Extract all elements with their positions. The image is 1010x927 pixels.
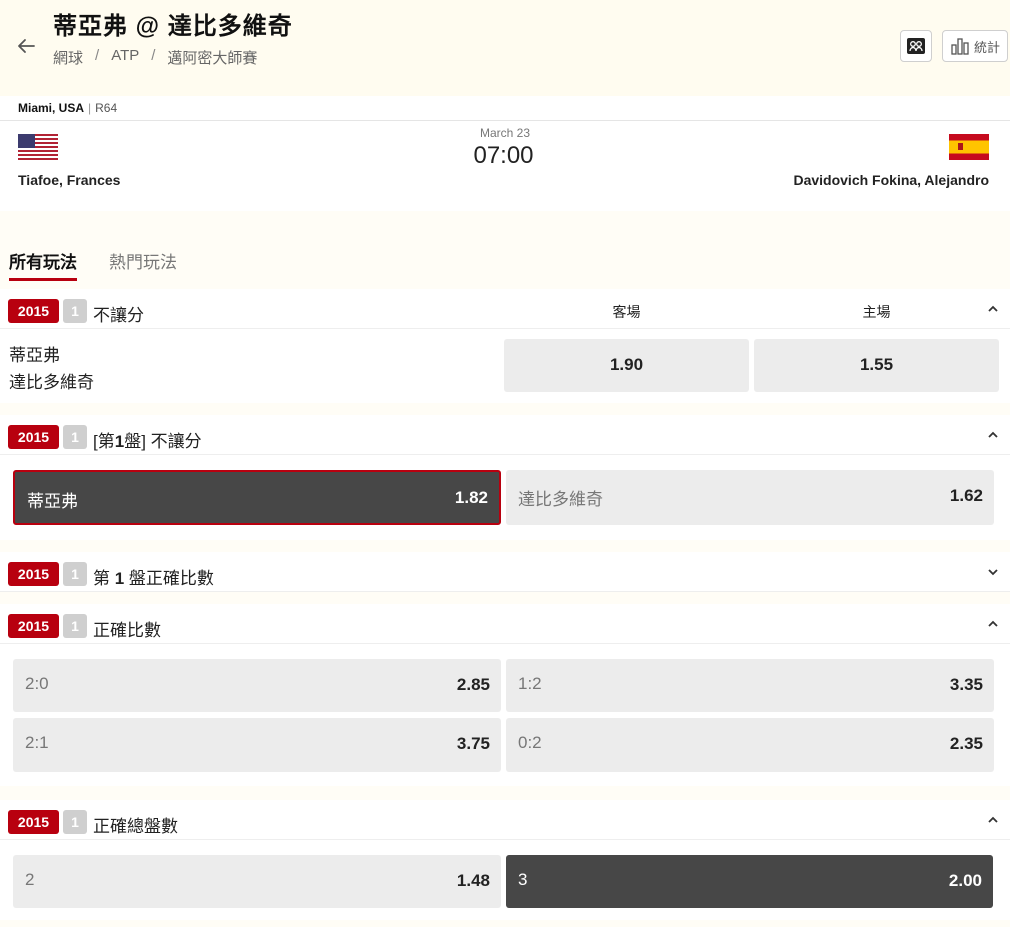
market-name-number: 1 bbox=[114, 569, 125, 588]
option-label: 2 bbox=[25, 870, 35, 889]
tab-popular-markets[interactable]: 熱門玩法 bbox=[109, 248, 177, 273]
market-count-badge: 1 bbox=[63, 299, 87, 323]
market-header-set1-moneyline[interactable]: 2015 1 [第1盤] 不讓分 bbox=[0, 415, 1010, 455]
odds-button[interactable]: 達比多維奇 1.62 bbox=[506, 470, 994, 525]
option-label: 1:2 bbox=[518, 674, 542, 693]
odds-button[interactable]: 2 1.48 bbox=[13, 855, 501, 908]
odds-value: 3.75 bbox=[456, 734, 490, 753]
market-name-suffix: 盤] 不讓分 bbox=[124, 432, 202, 451]
option-label: 0:2 bbox=[518, 733, 542, 752]
team2-name: 達比多維奇 bbox=[9, 373, 94, 392]
market-name-prefix: 第 bbox=[93, 569, 115, 588]
market-count-badge: 1 bbox=[63, 810, 87, 834]
market-body-total-sets: 2 1.48 3 2.00 bbox=[0, 840, 1010, 920]
odds-value: 1.48 bbox=[456, 871, 490, 890]
video-icon bbox=[907, 38, 925, 54]
home-player-name: Tiafoe, Frances bbox=[18, 172, 121, 188]
chevron-up-icon[interactable] bbox=[986, 618, 1000, 630]
market-header-moneyline[interactable]: 2015 1 不讓分 客場 主場 bbox=[0, 289, 1010, 329]
video-button[interactable] bbox=[900, 30, 932, 62]
odds-button[interactable]: 2:0 2.85 bbox=[13, 659, 501, 712]
option-label: 蒂亞弗 bbox=[27, 492, 78, 511]
market-header-correct-score[interactable]: 2015 1 正確比數 bbox=[0, 604, 1010, 644]
breadcrumb: 網球 / ATP / 邁阿密大師賽 bbox=[53, 47, 257, 68]
stats-label: 統計 bbox=[973, 39, 1000, 55]
away-player-name: Davidovich Fokina, Alejandro bbox=[793, 172, 989, 188]
bar-chart-icon bbox=[951, 38, 969, 55]
option-label: 3 bbox=[518, 870, 528, 889]
market-code-badge: 2015 bbox=[8, 425, 59, 449]
breadcrumb-atp[interactable]: ATP bbox=[111, 47, 139, 68]
odds-value: 2.35 bbox=[949, 734, 983, 753]
match-date: March 23 bbox=[479, 126, 531, 140]
chevron-down-icon[interactable] bbox=[986, 566, 1000, 578]
breadcrumb-separator: / bbox=[95, 47, 100, 64]
match-teams: March 23 07:00 Tiafoe, Frances Davidovic… bbox=[0, 121, 1010, 211]
odds-button-selected[interactable]: 蒂亞弗 1.82 bbox=[13, 470, 501, 525]
odds-button-selected[interactable]: 3 2.00 bbox=[506, 855, 993, 908]
spain-flag-icon bbox=[949, 134, 989, 160]
market-body-correct-score: 2:0 2.85 1:2 3.35 2:1 3.75 0:2 2.35 bbox=[0, 644, 1010, 786]
market-code-badge: 2015 bbox=[8, 810, 59, 834]
option-label: 2:0 bbox=[25, 674, 49, 693]
chevron-up-icon[interactable] bbox=[986, 303, 1000, 315]
market-name-prefix: [第 bbox=[93, 432, 115, 451]
stats-button[interactable]: 統計 bbox=[942, 30, 1008, 62]
breadcrumb-tournament[interactable]: 邁阿密大師賽 bbox=[167, 47, 257, 68]
market-name: [第1盤] 不讓分 bbox=[93, 427, 202, 452]
column-header-away: 客場 bbox=[612, 304, 641, 320]
match-info-bar: Miami, USA | R64 bbox=[0, 96, 1010, 121]
market-header-total-sets[interactable]: 2015 1 正確總盤數 bbox=[0, 800, 1010, 840]
market-body-moneyline: 蒂亞弗 達比多維奇 1.90 1.55 bbox=[0, 329, 1010, 403]
market-name: 正確總盤數 bbox=[93, 817, 178, 836]
market-name-number: 1 bbox=[114, 432, 125, 451]
odds-value: 2.85 bbox=[456, 675, 490, 694]
breadcrumb-tennis[interactable]: 網球 bbox=[53, 47, 83, 68]
market-code-badge: 2015 bbox=[8, 614, 59, 638]
back-arrow-icon[interactable] bbox=[14, 34, 38, 58]
tab-all-markets[interactable]: 所有玩法 bbox=[9, 248, 77, 281]
odds-value: 1.82 bbox=[454, 488, 488, 507]
odds-button[interactable]: 1.55 bbox=[754, 339, 999, 392]
odds-button[interactable]: 0:2 2.35 bbox=[506, 718, 994, 772]
odds-button[interactable]: 2:1 3.75 bbox=[13, 718, 501, 772]
divider: | bbox=[88, 101, 92, 115]
market-name-suffix: 盤正確比數 bbox=[124, 569, 214, 588]
odds-value: 3.35 bbox=[949, 675, 983, 694]
odds-button[interactable]: 1.90 bbox=[504, 339, 749, 392]
market-code-badge: 2015 bbox=[8, 299, 59, 323]
market-count-badge: 1 bbox=[63, 614, 87, 638]
page-title: 蒂亞弗 @ 達比多維奇 bbox=[53, 13, 293, 40]
chevron-up-icon[interactable] bbox=[986, 814, 1000, 826]
team1-name: 蒂亞弗 bbox=[9, 346, 60, 365]
column-header-home: 主場 bbox=[862, 304, 891, 320]
market-tabs: 所有玩法 熱門玩法 bbox=[0, 230, 1010, 281]
market-name: 不讓分 bbox=[93, 306, 144, 325]
odds-button[interactable]: 1:2 3.35 bbox=[506, 659, 994, 712]
market-code-badge: 2015 bbox=[8, 562, 59, 586]
odds-value: 2.00 bbox=[948, 871, 982, 890]
market-body-set1-moneyline: 蒂亞弗 1.82 達比多維奇 1.62 bbox=[0, 455, 1010, 540]
breadcrumb-separator: / bbox=[151, 47, 156, 64]
odds-value: 1.55 bbox=[859, 355, 894, 374]
market-name: 正確比數 bbox=[93, 621, 161, 640]
option-label: 2:1 bbox=[25, 733, 49, 752]
option-label: 達比多維奇 bbox=[518, 490, 603, 509]
market-count-badge: 1 bbox=[63, 425, 87, 449]
match-round: R64 bbox=[95, 101, 118, 115]
match-time: 07:00 bbox=[473, 142, 534, 169]
team-names: 蒂亞弗 達比多維奇 bbox=[9, 342, 94, 396]
chevron-up-icon[interactable] bbox=[986, 429, 1000, 441]
market-name: 第 1 盤正確比數 bbox=[93, 564, 214, 589]
market-count-badge: 1 bbox=[63, 562, 87, 586]
match-location: Miami, USA bbox=[18, 101, 85, 115]
odds-value: 1.90 bbox=[609, 355, 644, 374]
market-header-set1-correct-score[interactable]: 2015 1 第 1 盤正確比數 bbox=[0, 552, 1010, 592]
odds-value: 1.62 bbox=[949, 486, 983, 505]
header: 蒂亞弗 @ 達比多維奇 網球 / ATP / 邁阿密大師賽 統計 bbox=[0, 0, 1010, 96]
